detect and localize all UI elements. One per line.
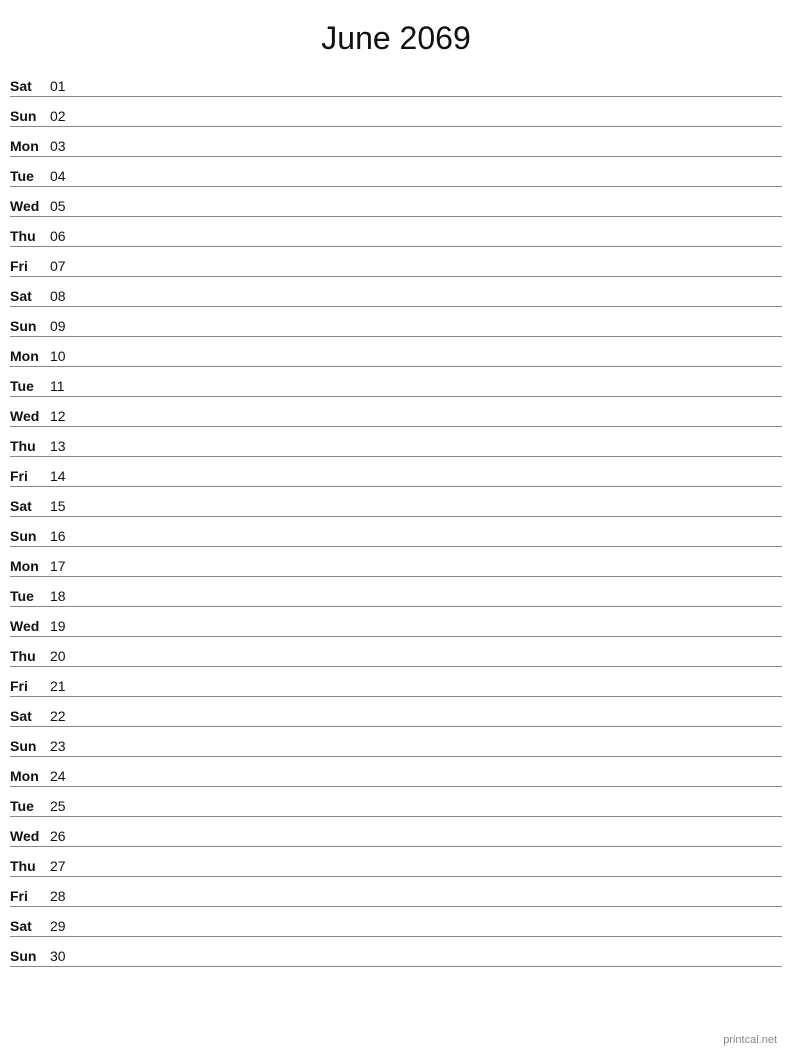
- day-name: Fri: [10, 468, 50, 484]
- day-row: Sun16: [10, 517, 782, 547]
- day-number: 15: [50, 498, 80, 514]
- day-row: Mon17: [10, 547, 782, 577]
- day-number: 06: [50, 228, 80, 244]
- day-number: 08: [50, 288, 80, 304]
- day-number: 17: [50, 558, 80, 574]
- day-number: 11: [50, 378, 80, 394]
- day-name: Fri: [10, 888, 50, 904]
- day-name: Thu: [10, 858, 50, 874]
- day-name: Sat: [10, 708, 50, 724]
- day-number: 10: [50, 348, 80, 364]
- day-row: Fri21: [10, 667, 782, 697]
- day-number: 25: [50, 798, 80, 814]
- day-row: Wed12: [10, 397, 782, 427]
- day-row: Sun09: [10, 307, 782, 337]
- day-number: 05: [50, 198, 80, 214]
- day-name: Thu: [10, 648, 50, 664]
- day-name: Thu: [10, 438, 50, 454]
- day-number: 12: [50, 408, 80, 424]
- day-row: Sat15: [10, 487, 782, 517]
- day-name: Sun: [10, 318, 50, 334]
- day-name: Mon: [10, 138, 50, 154]
- day-name: Sun: [10, 108, 50, 124]
- day-row: Mon24: [10, 757, 782, 787]
- day-number: 22: [50, 708, 80, 724]
- day-row: Sat01: [10, 67, 782, 97]
- footer-text: printcal.net: [723, 1034, 777, 1046]
- day-name: Fri: [10, 678, 50, 694]
- day-name: Sat: [10, 78, 50, 94]
- day-name: Sun: [10, 528, 50, 544]
- day-name: Mon: [10, 558, 50, 574]
- day-row: Tue11: [10, 367, 782, 397]
- day-name: Tue: [10, 378, 50, 394]
- day-row: Fri07: [10, 247, 782, 277]
- day-number: 19: [50, 618, 80, 634]
- day-row: Thu27: [10, 847, 782, 877]
- day-name: Sat: [10, 918, 50, 934]
- day-row: Sun23: [10, 727, 782, 757]
- day-row: Fri28: [10, 877, 782, 907]
- day-number: 30: [50, 948, 80, 964]
- day-name: Tue: [10, 588, 50, 604]
- day-number: 13: [50, 438, 80, 454]
- day-row: Sun02: [10, 97, 782, 127]
- day-name: Wed: [10, 408, 50, 424]
- day-name: Wed: [10, 828, 50, 844]
- day-number: 24: [50, 768, 80, 784]
- day-row: Wed19: [10, 607, 782, 637]
- day-name: Tue: [10, 798, 50, 814]
- day-name: Wed: [10, 618, 50, 634]
- day-row: Wed05: [10, 187, 782, 217]
- day-row: Mon03: [10, 127, 782, 157]
- day-number: 23: [50, 738, 80, 754]
- day-number: 20: [50, 648, 80, 664]
- day-row: Thu13: [10, 427, 782, 457]
- day-name: Sun: [10, 738, 50, 754]
- day-row: Tue25: [10, 787, 782, 817]
- day-name: Mon: [10, 768, 50, 784]
- day-row: Sat08: [10, 277, 782, 307]
- day-row: Wed26: [10, 817, 782, 847]
- calendar-container: Sat01Sun02Mon03Tue04Wed05Thu06Fri07Sat08…: [0, 67, 792, 967]
- day-row: Tue18: [10, 577, 782, 607]
- day-number: 03: [50, 138, 80, 154]
- day-row: Mon10: [10, 337, 782, 367]
- day-number: 14: [50, 468, 80, 484]
- day-number: 02: [50, 108, 80, 124]
- day-number: 21: [50, 678, 80, 694]
- day-row: Sat22: [10, 697, 782, 727]
- day-number: 26: [50, 828, 80, 844]
- day-name: Sat: [10, 288, 50, 304]
- day-number: 01: [50, 78, 80, 94]
- day-row: Sun30: [10, 937, 782, 967]
- day-row: Thu06: [10, 217, 782, 247]
- day-name: Fri: [10, 258, 50, 274]
- day-number: 18: [50, 588, 80, 604]
- day-number: 09: [50, 318, 80, 334]
- day-name: Thu: [10, 228, 50, 244]
- day-name: Sun: [10, 948, 50, 964]
- day-name: Sat: [10, 498, 50, 514]
- day-number: 27: [50, 858, 80, 874]
- day-number: 29: [50, 918, 80, 934]
- day-row: Sat29: [10, 907, 782, 937]
- day-row: Thu20: [10, 637, 782, 667]
- day-name: Tue: [10, 168, 50, 184]
- day-number: 07: [50, 258, 80, 274]
- day-row: Tue04: [10, 157, 782, 187]
- day-number: 28: [50, 888, 80, 904]
- day-name: Wed: [10, 198, 50, 214]
- day-number: 04: [50, 168, 80, 184]
- page-title: June 2069: [0, 0, 792, 67]
- day-row: Fri14: [10, 457, 782, 487]
- day-number: 16: [50, 528, 80, 544]
- day-name: Mon: [10, 348, 50, 364]
